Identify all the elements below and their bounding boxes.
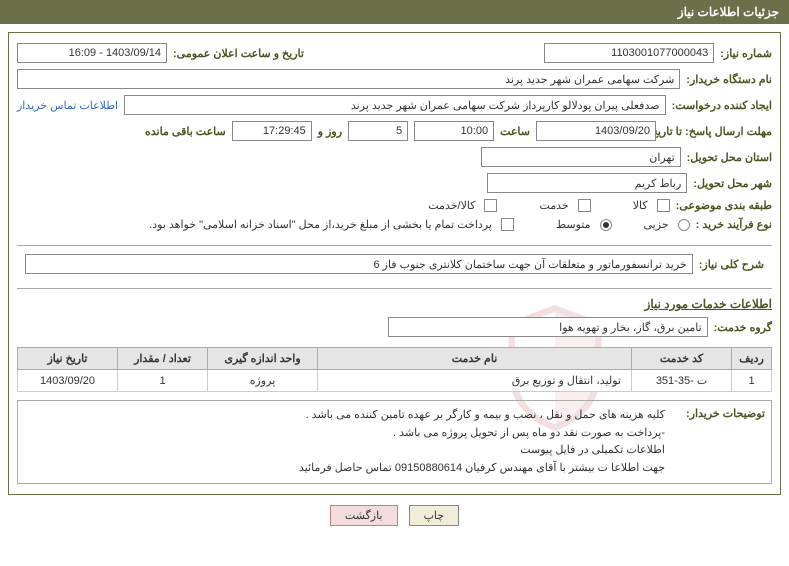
need-no-value: 1103001077000043	[544, 43, 714, 63]
notes-label: توضیحات خریدار:	[665, 407, 765, 420]
th-row: ردیف	[732, 348, 772, 370]
checkbox-goods[interactable]	[657, 199, 670, 212]
buyer-value: شرکت سهامی عمران شهر جدید پرند	[17, 69, 680, 89]
notes-text: کلیه هزینه های حمل و نقل ، نصب و بیمه و …	[299, 407, 665, 477]
cell-unit: پروژه	[208, 370, 318, 392]
remaining-word: ساعت باقی مانده	[145, 125, 226, 138]
print-button[interactable]: چاپ	[409, 505, 460, 526]
th-qty: تعداد / مقدار	[118, 348, 208, 370]
radio-partial[interactable]	[678, 219, 690, 231]
th-name: نام خدمت	[318, 348, 632, 370]
th-code: کد خدمت	[632, 348, 732, 370]
announce-value: 1403/09/14 - 16:09	[17, 43, 167, 63]
radio-medium[interactable]	[600, 219, 612, 231]
th-unit: واحد اندازه گیری	[208, 348, 318, 370]
days-word: روز و	[318, 125, 342, 138]
services-title: اطلاعات خدمات مورد نیاز	[17, 297, 772, 311]
th-date: تاریخ نیاز	[18, 348, 118, 370]
checkbox-goods-service[interactable]	[484, 199, 497, 212]
contact-link[interactable]: اطلاعات تماس خریدار	[17, 99, 118, 112]
page-title: جزئیات اطلاعات نیاز	[0, 0, 789, 24]
cat-goods-label: کالا	[633, 199, 648, 212]
announce-label: تاریخ و ساعت اعلان عمومی:	[173, 47, 304, 60]
desc-label: شرح کلی نیاز:	[699, 258, 764, 271]
time-word: ساعت	[500, 125, 530, 138]
province-label: استان محل تحویل:	[687, 151, 772, 164]
cell-row: 1	[732, 370, 772, 392]
process-partial-label: جزیی	[644, 218, 669, 231]
services-table: ردیف کد خدمت نام خدمت واحد اندازه گیری ت…	[17, 347, 772, 392]
cell-code: ت -35-351	[632, 370, 732, 392]
cell-name: تولید، انتقال و توزیع برق	[318, 370, 632, 392]
cat-goods-service-label: کالا/خدمت	[428, 199, 475, 212]
days-value: 5	[348, 121, 408, 141]
requester-value: صدفعلی پیران پودلالو کارپرداز شرکت سهامی…	[124, 95, 666, 115]
remaining-time: 17:29:45	[232, 121, 312, 141]
city-label: شهر محل تحویل:	[693, 177, 772, 190]
deadline-label: مهلت ارسال پاسخ: تا تاریخ:	[662, 125, 772, 138]
requester-label: ایجاد کننده درخواست:	[672, 99, 772, 112]
group-label: گروه خدمت:	[714, 321, 772, 334]
buyer-label: نام دستگاه خریدار:	[686, 73, 772, 86]
payment-note: پرداخت تمام یا بخشی از مبلغ خرید،از محل …	[149, 218, 492, 231]
desc-text: خرید ترانسفورماتور و متعلقات آن جهت ساخت…	[25, 254, 693, 274]
group-value: تامین برق، گاز، بخار و تهویه هوا	[388, 317, 708, 337]
need-no-label: شماره نیاز:	[720, 47, 772, 60]
city-value: رباط کریم	[487, 173, 687, 193]
back-button[interactable]: بازگشت	[330, 505, 398, 526]
cell-qty: 1	[118, 370, 208, 392]
deadline-date: 1403/09/20	[536, 121, 656, 141]
checkbox-payment[interactable]	[501, 218, 514, 231]
deadline-time: 10:00	[414, 121, 494, 141]
checkbox-service[interactable]	[578, 199, 591, 212]
province-value: تهران	[481, 147, 681, 167]
cell-date: 1403/09/20	[18, 370, 118, 392]
table-row: 1 ت -35-351 تولید، انتقال و توزیع برق پر…	[18, 370, 772, 392]
process-label: نوع فرآیند خرید :	[696, 218, 772, 231]
cat-service-label: خدمت	[539, 199, 568, 212]
category-label: طبقه بندی موضوعی:	[676, 199, 772, 212]
process-medium-label: متوسط	[556, 218, 591, 231]
